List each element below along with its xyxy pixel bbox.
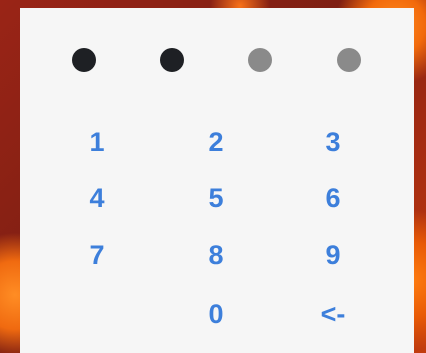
pin-indicator [20,48,414,74]
backspace-button[interactable]: <- [303,292,363,336]
key-7[interactable]: 7 [67,233,127,277]
key-3[interactable]: 3 [303,120,363,164]
key-8[interactable]: 8 [186,233,246,277]
pin-dot-3 [248,48,272,72]
pin-dot-2 [160,48,184,72]
pin-dot-4 [337,48,361,72]
key-2[interactable]: 2 [186,120,246,164]
key-9[interactable]: 9 [303,233,363,277]
pin-dot-1 [72,48,96,72]
key-6[interactable]: 6 [303,176,363,220]
key-5[interactable]: 5 [186,176,246,220]
key-4[interactable]: 4 [67,176,127,220]
key-1[interactable]: 1 [67,120,127,164]
pin-entry-card: 1 2 3 4 5 6 7 8 9 0 <- [20,8,414,353]
key-0[interactable]: 0 [186,292,246,336]
